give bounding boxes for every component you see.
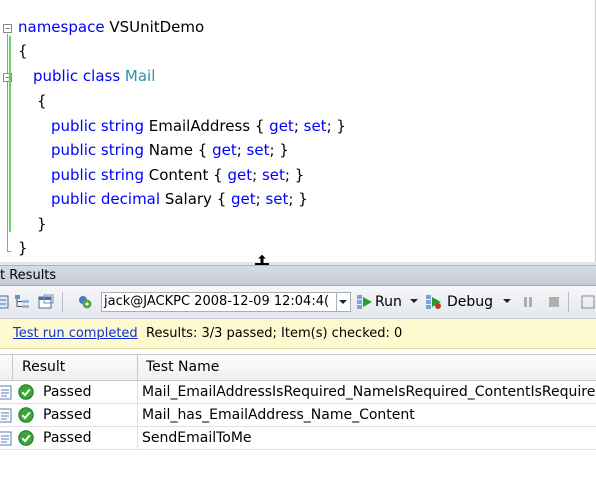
passed-check-icon — [18, 407, 34, 423]
test-name-cell: Mail_has_EmailAddress_Name_Content — [142, 407, 415, 423]
test-run-summary: Results: 3/3 passed; Item(s) checked: 0 — [146, 326, 403, 341]
code-line: { — [18, 41, 28, 61]
code-text: EmailAddress { — [148, 117, 270, 135]
code-text: } — [37, 215, 47, 233]
code-text: { — [37, 92, 47, 110]
fold-guide — [7, 34, 8, 251]
code-line: } — [37, 214, 47, 234]
code-keyword: public class — [33, 67, 125, 85]
code-keyword: get — [269, 117, 294, 135]
test-run-select-value: jack@JACKPC 2008-12-09 12:04:4( — [104, 294, 330, 309]
code-text: { — [18, 42, 28, 60]
run-icon[interactable] — [357, 294, 373, 310]
run-dropdown-icon[interactable] — [410, 299, 418, 303]
code-keyword: set — [246, 141, 270, 159]
column-header-test-name[interactable]: Test Name — [146, 355, 219, 380]
code-keyword: public decimal — [51, 190, 165, 208]
result-cell: Passed — [43, 407, 92, 423]
code-text: Name { — [148, 141, 213, 159]
chevron-down-icon — [339, 300, 347, 304]
code-text: } — [18, 239, 28, 257]
table-row[interactable]: Passed SendEmailToMe — [0, 427, 596, 450]
table-row[interactable]: Passed Mail_EmailAddressIsRequired_NameIs… — [0, 381, 596, 404]
column-divider — [137, 404, 138, 426]
code-line: public decimal Salary { get; set; } — [51, 189, 308, 209]
code-line: { — [37, 91, 47, 111]
test-name-cell: SendEmailToMe — [142, 430, 252, 446]
code-line: } — [18, 238, 28, 258]
code-text: ; — [255, 190, 266, 208]
code-keyword: namespace — [18, 18, 110, 36]
passed-check-icon — [18, 384, 34, 400]
test-run-select[interactable]: jack@JACKPC 2008-12-09 12:04:4( — [101, 292, 337, 312]
debug-button-label[interactable]: Debug — [447, 294, 493, 310]
code-text: ; — [293, 117, 304, 135]
code-keyword: get — [227, 166, 253, 184]
code-line: public string Name { get; set; } — [51, 140, 289, 160]
toolbar-separator — [62, 292, 63, 312]
result-cell: Passed — [43, 430, 92, 446]
test-name-cell: Mail_EmailAddressIsRequired_NameIsRequir… — [142, 384, 596, 400]
code-keyword: set — [261, 166, 285, 184]
column-divider — [137, 381, 138, 403]
toolbar-separator — [568, 292, 569, 312]
code-text: ; — [236, 141, 247, 159]
code-text: Salary { — [164, 190, 232, 208]
code-keyword: get — [231, 190, 256, 208]
code-line: public string Content { get; set; } — [51, 165, 304, 185]
stop-icon[interactable] — [546, 294, 562, 310]
fold-guide-end — [7, 251, 11, 252]
run-config-icon — [79, 296, 92, 309]
pause-icon[interactable] — [520, 294, 536, 310]
code-keyword: public string — [51, 141, 149, 159]
code-line: namespace VSUnitDemo — [18, 17, 204, 37]
code-text: ; — [252, 166, 262, 184]
code-keyword: get — [212, 141, 237, 159]
code-text: ; } — [284, 166, 305, 184]
column-divider — [137, 427, 138, 449]
test-run-select-dropdown[interactable] — [337, 292, 351, 312]
code-keyword: set — [265, 190, 289, 208]
code-type-name: Mail — [124, 67, 156, 85]
grid-header: Result Test Name — [0, 354, 596, 381]
test-item-icon — [0, 385, 12, 400]
toolbar-window-icon[interactable] — [38, 294, 54, 310]
code-line: public string EmailAddress { get; set; } — [51, 116, 346, 136]
code-text: Content { — [148, 166, 228, 184]
code-text: ; } — [326, 117, 346, 135]
code-line: public class Mail — [33, 66, 155, 86]
column-header-result[interactable]: Result — [22, 355, 65, 380]
toolbar-group-icon[interactable] — [14, 294, 30, 310]
code-text: ; } — [269, 141, 289, 159]
run-button-label[interactable]: Run — [375, 294, 402, 310]
test-results-title-bar: t Results — [0, 265, 596, 286]
result-cell: Passed — [43, 384, 92, 400]
change-tracking-bar — [9, 36, 11, 232]
debug-dropdown-icon[interactable] — [503, 299, 511, 303]
code-text: VSUnitDemo — [109, 18, 205, 36]
test-item-icon — [0, 431, 12, 446]
test-run-completed-link[interactable]: Test run completed — [13, 319, 138, 349]
code-text: ; } — [288, 190, 308, 208]
test-run-info-bar: Test run completed Results: 3/3 passed; … — [0, 319, 596, 349]
table-row[interactable]: Passed Mail_has_EmailAddress_Name_Content — [0, 404, 596, 427]
toolbar-more-icon[interactable] — [580, 294, 596, 310]
pane-title: t Results — [0, 268, 57, 283]
code-keyword: public string — [51, 117, 149, 135]
passed-check-icon — [18, 430, 34, 446]
code-editor[interactable]: − − namespace VSUnitDemo{public class Ma… — [0, 0, 596, 262]
code-keyword: public string — [51, 166, 149, 184]
debug-icon[interactable] — [426, 294, 442, 310]
code-keyword: set — [303, 117, 327, 135]
test-results-toolbar: jack@JACKPC 2008-12-09 12:04:4( Run Debu… — [0, 286, 596, 319]
column-divider[interactable] — [137, 355, 138, 380]
fold-minus-icon[interactable]: − — [3, 24, 12, 33]
test-item-icon — [0, 408, 12, 423]
toolbar-view-icon[interactable] — [0, 294, 10, 310]
test-results-grid: Result Test Name Passed Mail_EmailAddress… — [0, 349, 596, 484]
column-divider — [12, 355, 13, 380]
